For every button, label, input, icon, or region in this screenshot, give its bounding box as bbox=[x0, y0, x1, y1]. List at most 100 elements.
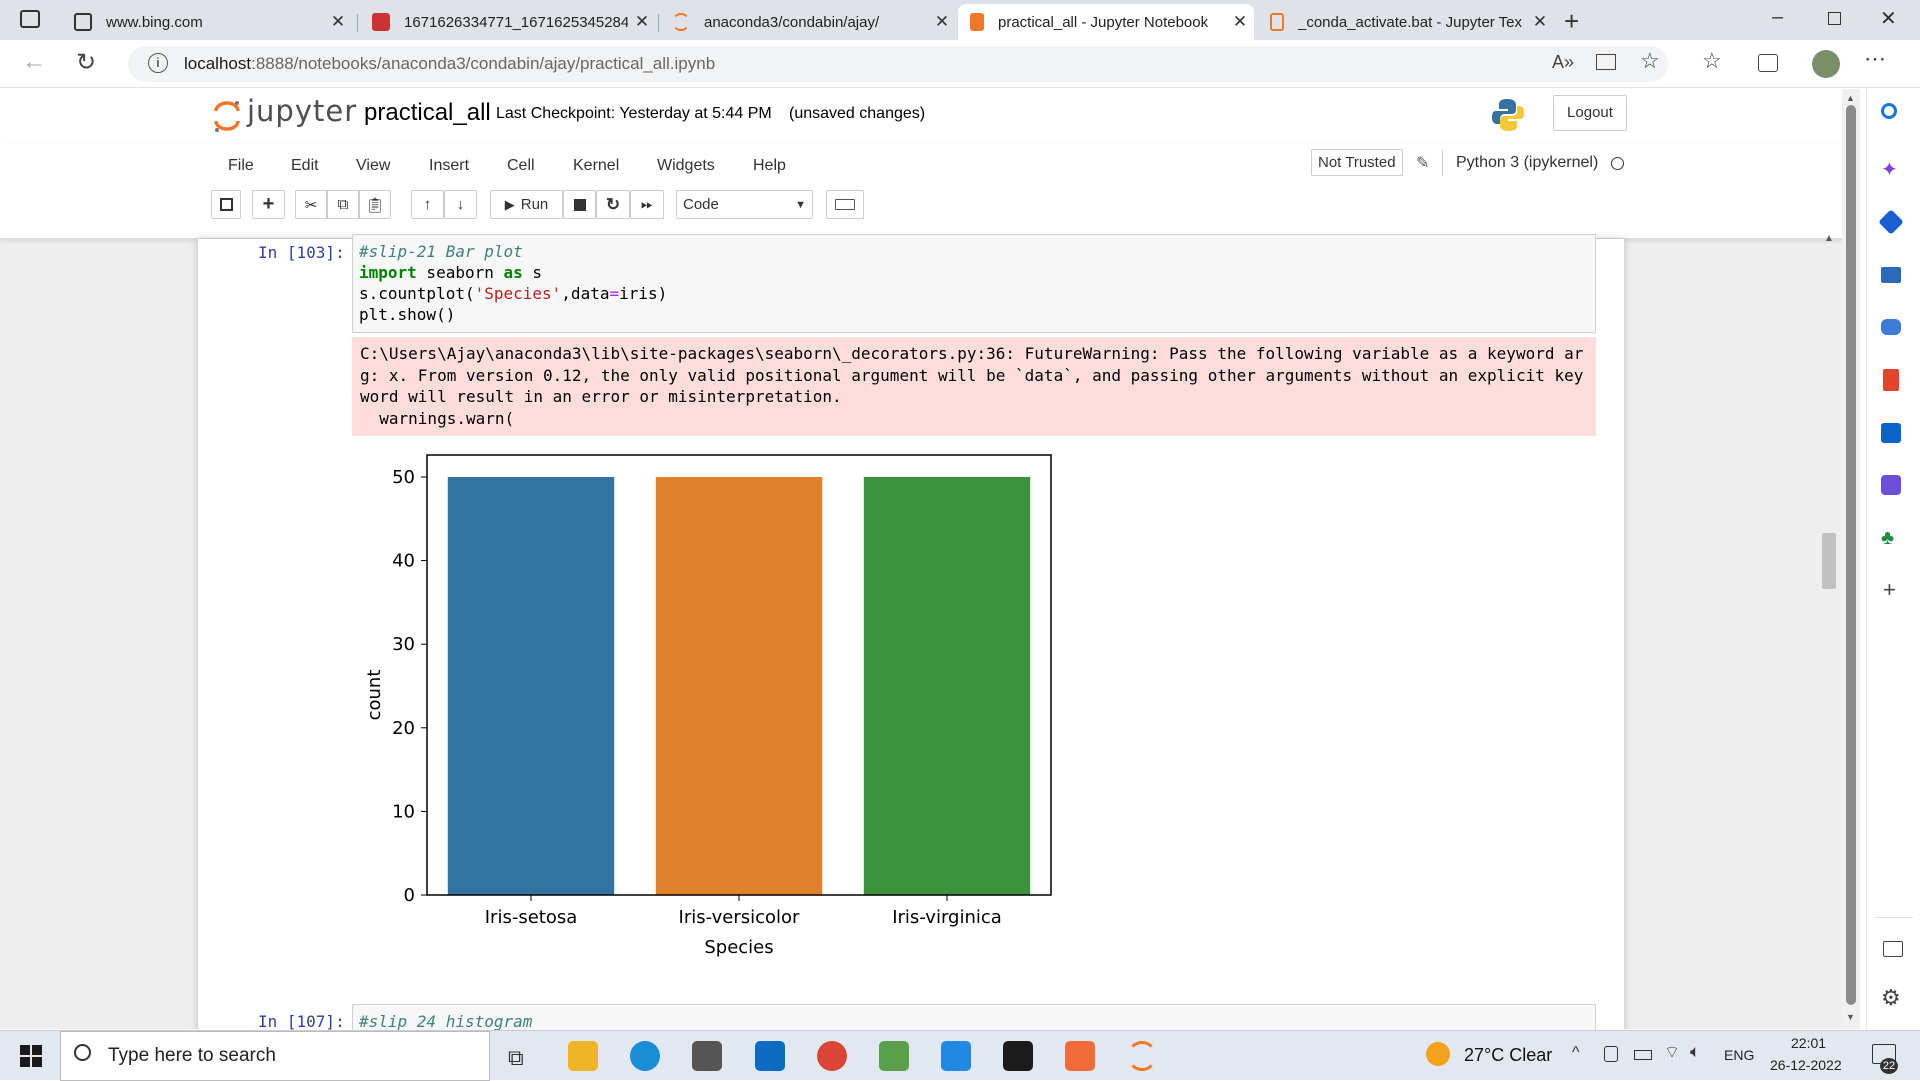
terminal-icon[interactable] bbox=[1003, 1041, 1033, 1071]
menu-help[interactable]: Help bbox=[753, 157, 786, 175]
search-icon[interactable] bbox=[1881, 103, 1897, 119]
battery-icon[interactable] bbox=[1634, 1050, 1652, 1060]
browser-tab[interactable]: anaconda3/condabin/ajay/ ✕ bbox=[660, 4, 956, 40]
move-up-button[interactable]: ↑ bbox=[411, 190, 444, 219]
kernel-name[interactable]: Python 3 (ipykernel) bbox=[1456, 154, 1598, 172]
bar-chart: Iris-setosa Iris-versicolor Iris-virginica… bbox=[364, 454, 1052, 958]
more-icon[interactable]: ⋯ bbox=[1864, 46, 1886, 72]
notebook-name[interactable]: practical_all bbox=[364, 99, 491, 127]
close-icon[interactable]: ✕ bbox=[1226, 12, 1254, 32]
tray-meet-icon[interactable] bbox=[1604, 1046, 1618, 1062]
code-input[interactable]: #slip-21 Bar plot import seaborn as s s.… bbox=[352, 234, 1596, 333]
tree-icon[interactable]: ♣ bbox=[1881, 527, 1894, 550]
bing-favicon-icon bbox=[74, 13, 92, 31]
notebook-scroll-thumb[interactable] bbox=[1822, 533, 1836, 589]
close-icon[interactable]: ✕ bbox=[628, 12, 656, 32]
menu-view[interactable]: View bbox=[356, 157, 390, 175]
browser-tab[interactable]: www.bing.com ✕ bbox=[62, 4, 352, 40]
jupyter-taskbar-icon[interactable] bbox=[1127, 1041, 1157, 1071]
menu-file[interactable]: File bbox=[228, 157, 254, 175]
close-window-icon[interactable]: ✕ bbox=[1880, 6, 1897, 31]
url-field[interactable]: i localhost:8888/notebooks/anaconda3/con… bbox=[128, 46, 1668, 82]
menu-edit[interactable]: Edit bbox=[291, 157, 319, 175]
app-available-icon[interactable] bbox=[1596, 54, 1616, 70]
xampp-icon[interactable] bbox=[1065, 1041, 1095, 1071]
scroll-thumb[interactable] bbox=[1846, 105, 1856, 1005]
scroll-down-icon[interactable]: ▼ bbox=[1846, 1012, 1855, 1022]
minimize-icon[interactable]: – bbox=[1772, 6, 1783, 29]
y-tick-label: 40 bbox=[392, 551, 415, 572]
add-favorite-icon[interactable]: ☆ bbox=[1640, 48, 1660, 74]
tray-chevron-icon[interactable]: ^ bbox=[1572, 1044, 1580, 1062]
cut-button[interactable]: ✂ bbox=[295, 190, 327, 219]
vscode-icon[interactable] bbox=[941, 1041, 971, 1071]
split-screen-icon[interactable] bbox=[1883, 941, 1903, 957]
windows-start-icon[interactable] bbox=[20, 1045, 42, 1067]
run-button[interactable]: ▶ Run bbox=[490, 190, 563, 219]
edge-icon[interactable] bbox=[630, 1041, 660, 1071]
office-icon[interactable] bbox=[1883, 369, 1899, 391]
browser-tab[interactable]: _conda_activate.bat - Jupyter Tex ✕ bbox=[1258, 4, 1554, 40]
games-icon[interactable] bbox=[1881, 319, 1901, 335]
jupyter-header: jupyter practical_all Last Checkpoint: Y… bbox=[0, 89, 1842, 144]
page-scrollbar[interactable]: ▲ ▼ bbox=[1842, 89, 1860, 1029]
clock-time[interactable]: 22:01 bbox=[1791, 1035, 1826, 1051]
unsaved-status: (unsaved changes) bbox=[789, 105, 926, 122]
read-aloud-icon[interactable]: A» bbox=[1552, 52, 1574, 73]
add-sidebar-icon[interactable]: + bbox=[1883, 577, 1896, 603]
menu-insert[interactable]: Insert bbox=[429, 157, 469, 175]
file-explorer-icon[interactable] bbox=[568, 1041, 598, 1071]
command-palette-button[interactable] bbox=[826, 190, 864, 219]
scroll-up-icon[interactable]: ▲ bbox=[1846, 93, 1855, 103]
x-tick-label: Iris-versicolor bbox=[679, 907, 801, 928]
restart-button[interactable]: ↻ bbox=[596, 190, 630, 219]
not-trusted-badge[interactable]: Not Trusted bbox=[1311, 149, 1403, 176]
run-icon: ▶ bbox=[504, 196, 515, 212]
tab-actions-icon[interactable] bbox=[20, 10, 40, 28]
mail-icon[interactable] bbox=[692, 1041, 722, 1071]
wifi-icon[interactable]: ⌔ bbox=[1664, 1042, 1680, 1063]
back-icon[interactable]: ← bbox=[22, 48, 46, 76]
notification-count: 22 bbox=[1880, 1058, 1898, 1074]
menu-widgets[interactable]: Widgets bbox=[657, 157, 715, 175]
browser-tab-active[interactable]: practical_all - Jupyter Notebook ✕ bbox=[958, 4, 1254, 40]
collections-icon[interactable] bbox=[1758, 54, 1778, 72]
copy-button[interactable]: ⧉ bbox=[327, 190, 359, 219]
favorites-icon[interactable]: ☆ bbox=[1702, 48, 1722, 74]
menu-kernel[interactable]: Kernel bbox=[573, 157, 619, 175]
weather-text[interactable]: 27°C Clear bbox=[1464, 1045, 1552, 1066]
edit-pencil-icon[interactable]: ✎ bbox=[1416, 153, 1429, 173]
copilot-icon[interactable]: ✦ bbox=[1881, 157, 1898, 182]
designer-icon[interactable] bbox=[1881, 475, 1901, 495]
settings-gear-icon[interactable]: ⚙ bbox=[1881, 985, 1901, 1011]
weather-moon-icon bbox=[1426, 1042, 1450, 1066]
close-icon[interactable]: ✕ bbox=[324, 12, 352, 32]
move-down-button[interactable]: ↓ bbox=[444, 190, 477, 219]
shopping-icon[interactable] bbox=[1878, 209, 1904, 235]
refresh-icon[interactable]: ↻ bbox=[76, 48, 96, 77]
maximize-icon[interactable] bbox=[1828, 12, 1841, 25]
new-tab-icon[interactable]: + bbox=[1564, 6, 1579, 37]
tools-icon[interactable] bbox=[1881, 267, 1901, 283]
profile-avatar[interactable] bbox=[1812, 50, 1840, 78]
language-indicator[interactable]: ENG bbox=[1724, 1047, 1754, 1063]
chrome-icon[interactable] bbox=[817, 1041, 847, 1071]
menu-cell[interactable]: Cell bbox=[507, 157, 535, 175]
photos-icon[interactable] bbox=[879, 1041, 909, 1071]
browser-tab[interactable]: 1671626334771_1671625345284 ✕ bbox=[360, 4, 656, 40]
outlook-icon[interactable] bbox=[1881, 423, 1901, 443]
dell-icon[interactable] bbox=[755, 1041, 785, 1071]
task-view-icon[interactable]: ⧉ bbox=[508, 1045, 524, 1071]
logout-button[interactable]: Logout bbox=[1553, 95, 1627, 131]
cell-type-select[interactable]: Code ▼ bbox=[676, 190, 813, 219]
notebook-scroll-up-icon[interactable]: ▲ bbox=[1824, 233, 1834, 244]
volume-icon[interactable]: 🔈︎ bbox=[1690, 1042, 1700, 1062]
paste-button[interactable]: 📋︎ bbox=[359, 190, 391, 219]
restart-run-all-button[interactable]: ⏩︎ bbox=[630, 190, 664, 219]
interrupt-button[interactable] bbox=[563, 190, 596, 219]
close-icon[interactable]: ✕ bbox=[928, 12, 956, 32]
insert-cell-button[interactable]: + bbox=[252, 190, 285, 219]
clock-date[interactable]: 26-12-2022 bbox=[1770, 1057, 1842, 1073]
save-button[interactable] bbox=[211, 190, 241, 219]
close-icon[interactable]: ✕ bbox=[1526, 12, 1554, 32]
